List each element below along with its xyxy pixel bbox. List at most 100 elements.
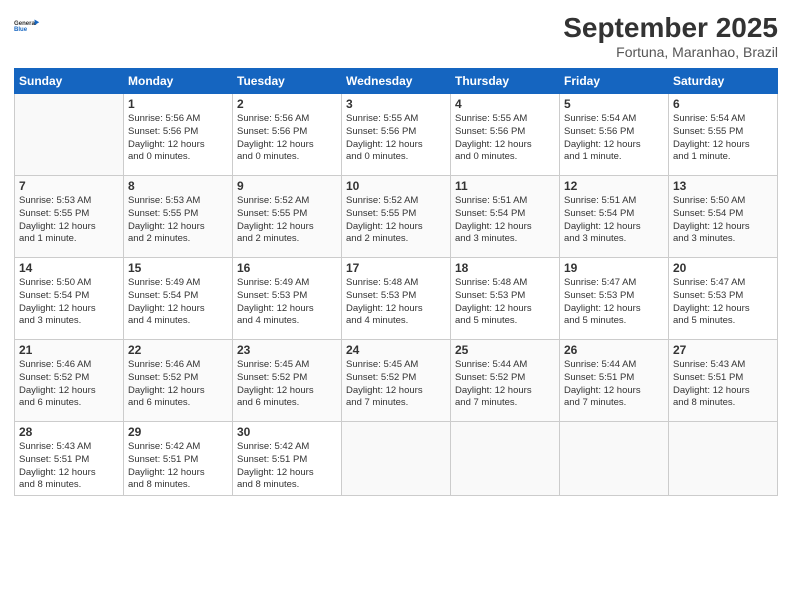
day-number: 25 xyxy=(455,343,555,357)
calendar-cell: 12 Sunrise: 5:51 AM Sunset: 5:54 PM Dayli… xyxy=(560,176,669,258)
day-number: 21 xyxy=(19,343,119,357)
calendar-cell: 27 Sunrise: 5:43 AM Sunset: 5:51 PM Dayli… xyxy=(669,340,778,422)
day-info: Sunrise: 5:43 AM Sunset: 5:51 PM Dayligh… xyxy=(19,441,119,492)
header-row: Sunday Monday Tuesday Wednesday Thursday… xyxy=(15,69,778,94)
calendar-cell: 9 Sunrise: 5:52 AM Sunset: 5:55 PM Daylig… xyxy=(233,176,342,258)
day-info: Sunrise: 5:46 AM Sunset: 5:52 PM Dayligh… xyxy=(19,359,119,410)
day-number: 12 xyxy=(564,179,664,193)
day-number: 15 xyxy=(128,261,228,275)
day-number: 14 xyxy=(19,261,119,275)
calendar-table: Sunday Monday Tuesday Wednesday Thursday… xyxy=(14,68,778,496)
calendar-cell: 15 Sunrise: 5:49 AM Sunset: 5:54 PM Dayli… xyxy=(124,258,233,340)
day-number: 7 xyxy=(19,179,119,193)
calendar-cell: 11 Sunrise: 5:51 AM Sunset: 5:54 PM Dayli… xyxy=(451,176,560,258)
day-number: 22 xyxy=(128,343,228,357)
day-info: Sunrise: 5:51 AM Sunset: 5:54 PM Dayligh… xyxy=(564,195,664,246)
col-thursday: Thursday xyxy=(451,69,560,94)
day-info: Sunrise: 5:55 AM Sunset: 5:56 PM Dayligh… xyxy=(455,113,555,164)
day-info: Sunrise: 5:50 AM Sunset: 5:54 PM Dayligh… xyxy=(673,195,773,246)
calendar-cell: 14 Sunrise: 5:50 AM Sunset: 5:54 PM Dayli… xyxy=(15,258,124,340)
day-info: Sunrise: 5:44 AM Sunset: 5:51 PM Dayligh… xyxy=(564,359,664,410)
day-number: 30 xyxy=(237,425,337,439)
col-friday: Friday xyxy=(560,69,669,94)
calendar-cell: 21 Sunrise: 5:46 AM Sunset: 5:52 PM Dayli… xyxy=(15,340,124,422)
calendar-cell: 18 Sunrise: 5:48 AM Sunset: 5:53 PM Dayli… xyxy=(451,258,560,340)
calendar-cell: 24Sunrise: 5:45 AM Sunset: 5:52 PM Dayli… xyxy=(342,340,451,422)
day-number: 19 xyxy=(564,261,664,275)
calendar-cell xyxy=(669,422,778,496)
calendar-title: September 2025 xyxy=(563,12,778,44)
logo-icon: GeneralBlue xyxy=(14,12,42,40)
calendar-cell: 13 Sunrise: 5:50 AM Sunset: 5:54 PM Dayli… xyxy=(669,176,778,258)
day-info: Sunrise: 5:45 AM Sunset: 5:52 PM Dayligh… xyxy=(346,359,446,410)
calendar-row-5: 28 Sunrise: 5:43 AM Sunset: 5:51 PM Dayli… xyxy=(15,422,778,496)
calendar-row-4: 21 Sunrise: 5:46 AM Sunset: 5:52 PM Dayli… xyxy=(15,340,778,422)
day-number: 5 xyxy=(564,97,664,111)
calendar-cell: 26 Sunrise: 5:44 AM Sunset: 5:51 PM Dayli… xyxy=(560,340,669,422)
col-monday: Monday xyxy=(124,69,233,94)
day-number: 10 xyxy=(346,179,446,193)
calendar-cell: 23 Sunrise: 5:45 AM Sunset: 5:52 PM Dayli… xyxy=(233,340,342,422)
calendar-cell: 3 Sunrise: 5:55 AM Sunset: 5:56 PM Daylig… xyxy=(342,94,451,176)
day-number: 29 xyxy=(128,425,228,439)
day-number: 2 xyxy=(237,97,337,111)
day-number: 4 xyxy=(455,97,555,111)
calendar-row-3: 14 Sunrise: 5:50 AM Sunset: 5:54 PM Dayli… xyxy=(15,258,778,340)
day-info: Sunrise: 5:42 AM Sunset: 5:51 PM Dayligh… xyxy=(128,441,228,492)
calendar-cell: 28 Sunrise: 5:43 AM Sunset: 5:51 PM Dayli… xyxy=(15,422,124,496)
day-info: Sunrise: 5:47 AM Sunset: 5:53 PM Dayligh… xyxy=(673,277,773,328)
day-info: Sunrise: 5:42 AM Sunset: 5:51 PM Dayligh… xyxy=(237,441,337,492)
svg-text:General: General xyxy=(14,21,37,27)
day-info: Sunrise: 5:55 AM Sunset: 5:56 PM Dayligh… xyxy=(346,113,446,164)
calendar-cell: 25Sunrise: 5:44 AM Sunset: 5:52 PM Dayli… xyxy=(451,340,560,422)
day-number: 26 xyxy=(564,343,664,357)
day-number: 6 xyxy=(673,97,773,111)
day-number: 9 xyxy=(237,179,337,193)
day-info: Sunrise: 5:56 AM Sunset: 5:56 PM Dayligh… xyxy=(237,113,337,164)
day-info: Sunrise: 5:47 AM Sunset: 5:53 PM Dayligh… xyxy=(564,277,664,328)
day-info: Sunrise: 5:53 AM Sunset: 5:55 PM Dayligh… xyxy=(19,195,119,246)
day-number: 23 xyxy=(237,343,337,357)
day-info: Sunrise: 5:54 AM Sunset: 5:55 PM Dayligh… xyxy=(673,113,773,164)
day-number: 11 xyxy=(455,179,555,193)
day-info: Sunrise: 5:50 AM Sunset: 5:54 PM Dayligh… xyxy=(19,277,119,328)
day-number: 27 xyxy=(673,343,773,357)
day-info: Sunrise: 5:52 AM Sunset: 5:55 PM Dayligh… xyxy=(237,195,337,246)
calendar-row-2: 7 Sunrise: 5:53 AM Sunset: 5:55 PM Daylig… xyxy=(15,176,778,258)
day-number: 3 xyxy=(346,97,446,111)
calendar-cell: 6 Sunrise: 5:54 AM Sunset: 5:55 PM Daylig… xyxy=(669,94,778,176)
header: GeneralBlue September 2025 Fortuna, Mara… xyxy=(14,12,778,60)
calendar-cell: 10 Sunrise: 5:52 AM Sunset: 5:55 PM Dayli… xyxy=(342,176,451,258)
col-wednesday: Wednesday xyxy=(342,69,451,94)
day-info: Sunrise: 5:54 AM Sunset: 5:56 PM Dayligh… xyxy=(564,113,664,164)
day-info: Sunrise: 5:56 AM Sunset: 5:56 PM Dayligh… xyxy=(128,113,228,164)
calendar-cell: 20 Sunrise: 5:47 AM Sunset: 5:53 PM Dayli… xyxy=(669,258,778,340)
day-info: Sunrise: 5:46 AM Sunset: 5:52 PM Dayligh… xyxy=(128,359,228,410)
day-info: Sunrise: 5:48 AM Sunset: 5:53 PM Dayligh… xyxy=(455,277,555,328)
calendar-cell xyxy=(560,422,669,496)
calendar-subtitle: Fortuna, Maranhao, Brazil xyxy=(563,44,778,60)
calendar-cell: 30 Sunrise: 5:42 AM Sunset: 5:51 PM Dayli… xyxy=(233,422,342,496)
calendar-cell: 8Sunrise: 5:53 AM Sunset: 5:55 PM Daylig… xyxy=(124,176,233,258)
day-info: Sunrise: 5:49 AM Sunset: 5:54 PM Dayligh… xyxy=(128,277,228,328)
day-info: Sunrise: 5:45 AM Sunset: 5:52 PM Dayligh… xyxy=(237,359,337,410)
day-number: 13 xyxy=(673,179,773,193)
day-info: Sunrise: 5:49 AM Sunset: 5:53 PM Dayligh… xyxy=(237,277,337,328)
day-info: Sunrise: 5:51 AM Sunset: 5:54 PM Dayligh… xyxy=(455,195,555,246)
day-number: 20 xyxy=(673,261,773,275)
day-number: 16 xyxy=(237,261,337,275)
calendar-cell: 22 Sunrise: 5:46 AM Sunset: 5:52 PM Dayli… xyxy=(124,340,233,422)
page: GeneralBlue September 2025 Fortuna, Mara… xyxy=(0,0,792,612)
calendar-cell: 4 Sunrise: 5:55 AM Sunset: 5:56 PM Daylig… xyxy=(451,94,560,176)
day-info: Sunrise: 5:53 AM Sunset: 5:55 PM Dayligh… xyxy=(128,195,228,246)
day-info: Sunrise: 5:43 AM Sunset: 5:51 PM Dayligh… xyxy=(673,359,773,410)
calendar-cell: 19 Sunrise: 5:47 AM Sunset: 5:53 PM Dayli… xyxy=(560,258,669,340)
calendar-cell: 2 Sunrise: 5:56 AM Sunset: 5:56 PM Daylig… xyxy=(233,94,342,176)
day-info: Sunrise: 5:48 AM Sunset: 5:53 PM Dayligh… xyxy=(346,277,446,328)
day-number: 18 xyxy=(455,261,555,275)
day-number: 17 xyxy=(346,261,446,275)
day-info: Sunrise: 5:52 AM Sunset: 5:55 PM Dayligh… xyxy=(346,195,446,246)
day-number: 28 xyxy=(19,425,119,439)
calendar-cell: 17 Sunrise: 5:48 AM Sunset: 5:53 PM Dayli… xyxy=(342,258,451,340)
col-saturday: Saturday xyxy=(669,69,778,94)
